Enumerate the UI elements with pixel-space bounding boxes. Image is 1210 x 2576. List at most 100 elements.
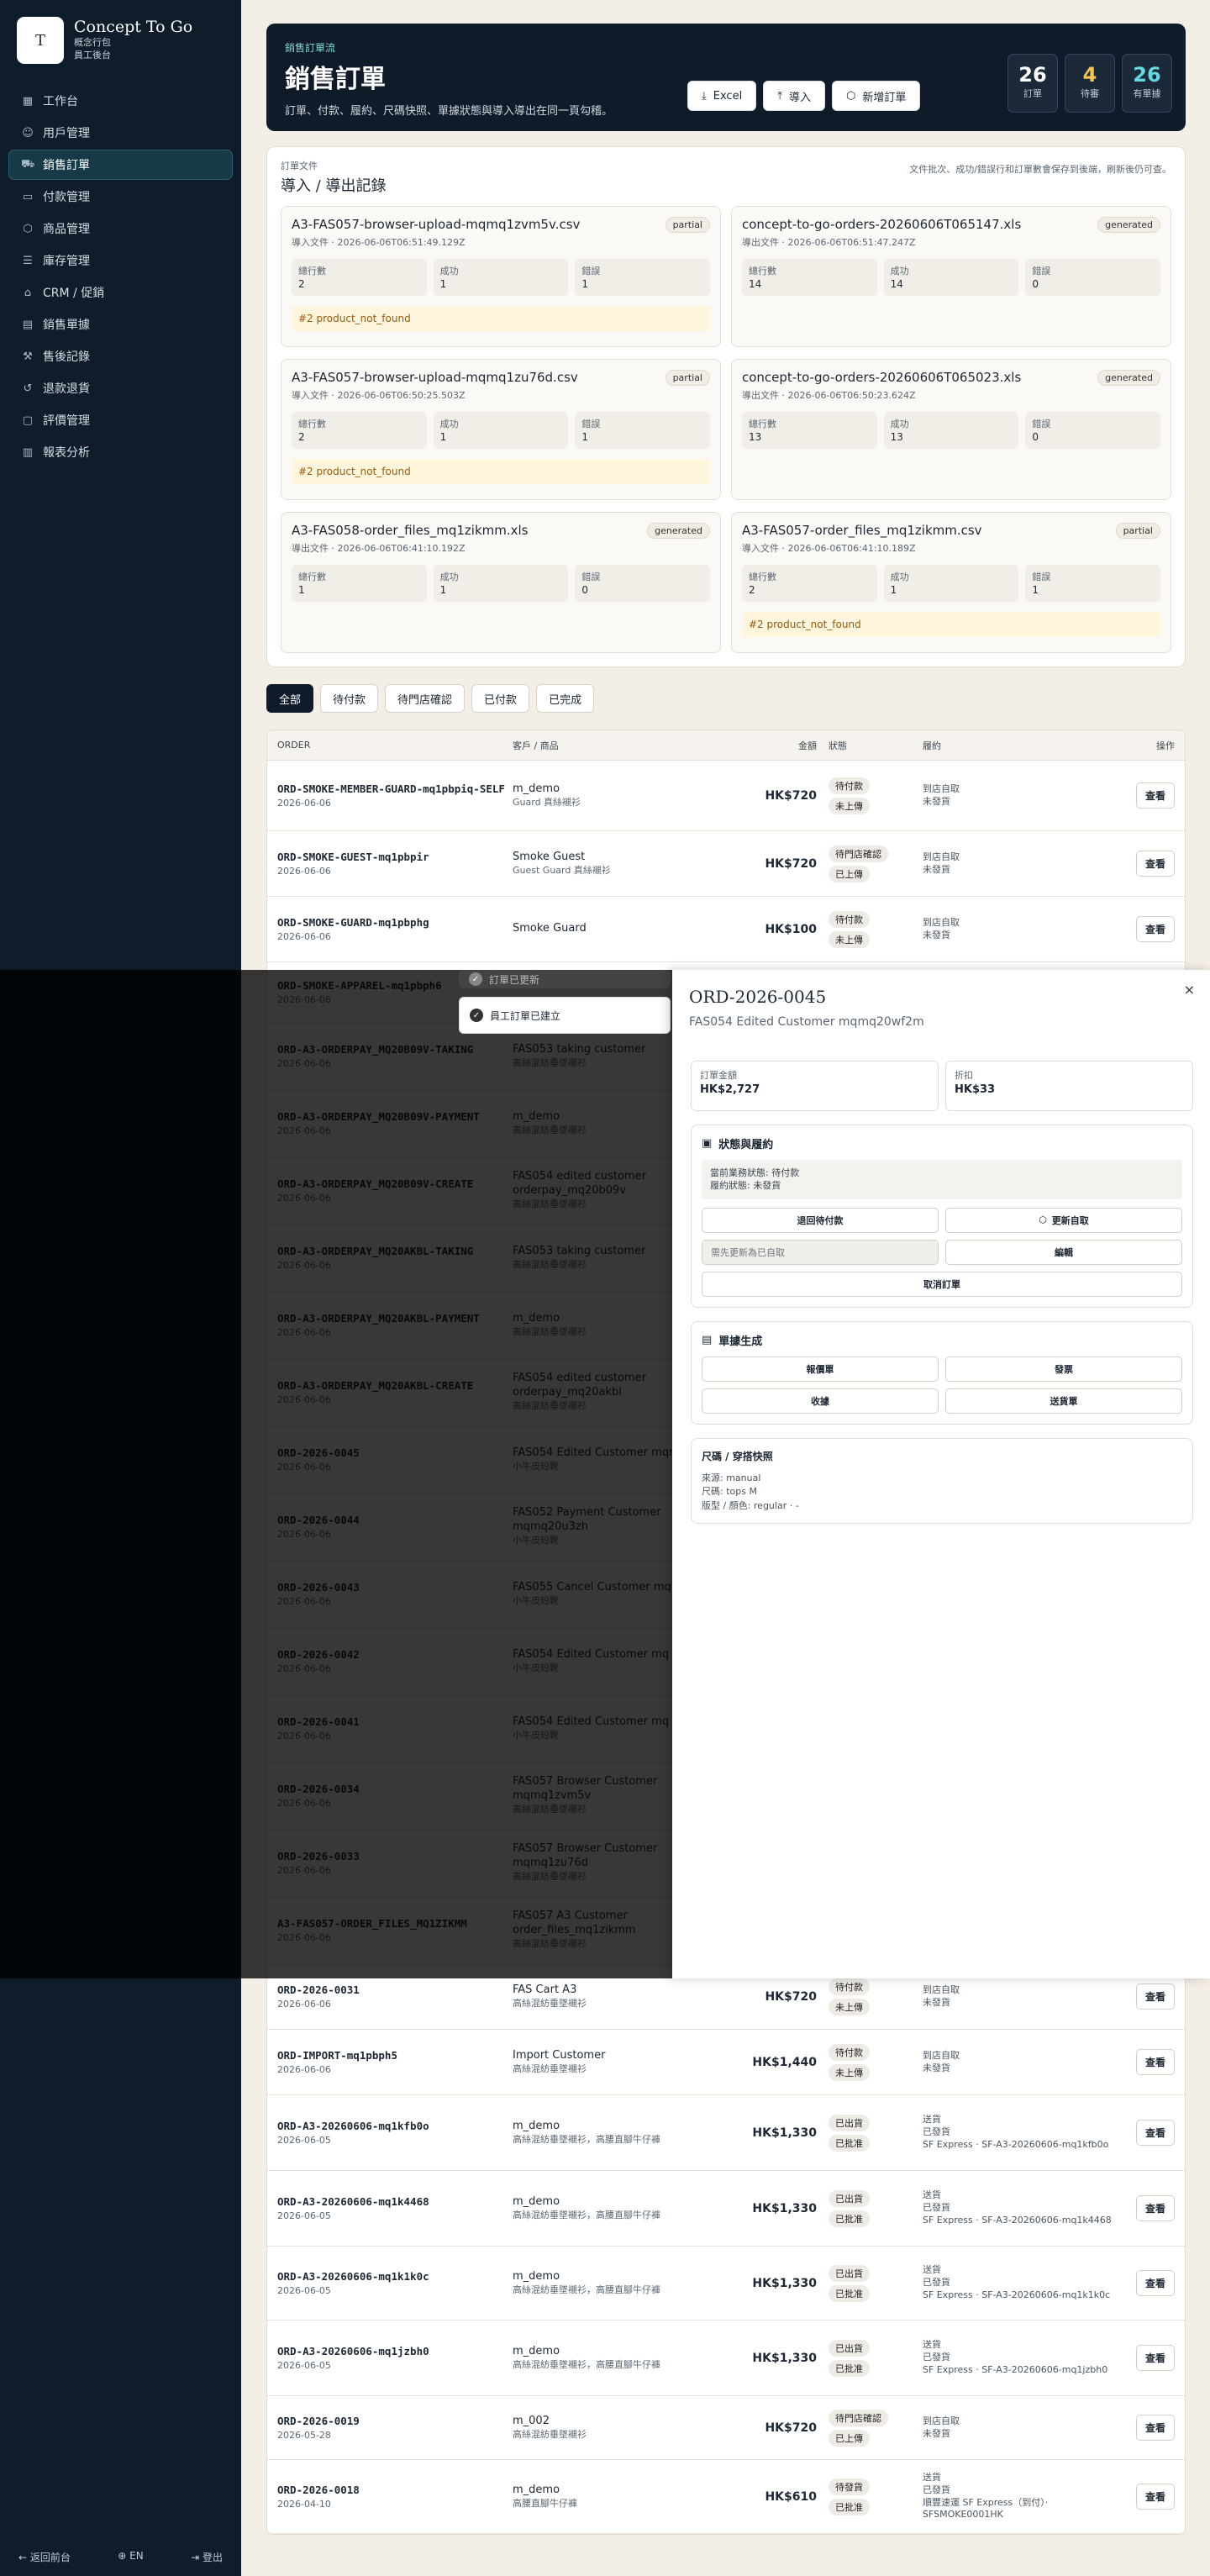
amount-cell: HK$720 bbox=[765, 1989, 817, 2004]
close-icon[interactable]: × bbox=[1184, 982, 1195, 998]
header-action-button[interactable]: ⤓ Excel bbox=[687, 81, 757, 111]
view-order-button[interactable]: 查看 bbox=[1135, 2049, 1175, 2075]
sidebar-item-inventory[interactable]: ☰ 庫存管理 bbox=[8, 245, 233, 276]
fulfilment-line: 已發貨 bbox=[923, 2277, 950, 2289]
sidebar-item-reports[interactable]: ▥ 報表分析 bbox=[8, 437, 233, 467]
sidebar-item-after-sales[interactable]: ⚒ 售後記錄 bbox=[8, 341, 233, 371]
filter-tab[interactable]: 全部 bbox=[266, 684, 314, 713]
view-order-button[interactable]: 查看 bbox=[1135, 2345, 1175, 2371]
sidebar-item-reviews[interactable]: ▢ 評價管理 bbox=[8, 405, 233, 435]
sidebar-item-crm[interactable]: ⌂ CRM / 促銷 bbox=[8, 277, 233, 308]
order-id[interactable]: ORD-A3-20260606-mq1k4468 bbox=[277, 2195, 513, 2209]
table-row[interactable]: ORD-A3-20260606-mq1jzbh0 2026-06-05 m_demo… bbox=[267, 2321, 1185, 2396]
order-cell: ORD-A3-20260606-mq1k4468 2026-06-05 bbox=[277, 2195, 513, 2221]
view-order-button[interactable]: 查看 bbox=[1135, 2120, 1175, 2146]
package-icon: ⬡ bbox=[845, 89, 856, 103]
order-id[interactable]: ORD-A3-20260606-mq1jzbh0 bbox=[277, 2345, 513, 2358]
table-row[interactable]: ORD-SMOKE-GUEST-mq1pbpir 2026-06-06 Smoke … bbox=[267, 831, 1185, 897]
file-record-header: A3-FAS057-browser-upload-mqmq1zvm5v.csv p… bbox=[292, 217, 710, 233]
order-id[interactable]: ORD-IMPORT-mq1pbph5 bbox=[277, 2049, 513, 2062]
sidebar-item-payments[interactable]: ▭ 付款管理 bbox=[8, 182, 233, 212]
edit-order-button[interactable]: 編輯 bbox=[945, 1239, 1182, 1265]
invoice-button[interactable]: 發票 bbox=[945, 1356, 1182, 1382]
file-stat-label: 成功 bbox=[439, 419, 459, 429]
documents-section: ▤ 單據生成 報價單 發票 收據 送貨單 bbox=[691, 1320, 1193, 1425]
view-order-button[interactable]: 查看 bbox=[1135, 2195, 1175, 2221]
file-stat-rows: 總行數 2 bbox=[292, 412, 427, 449]
order-id[interactable]: ORD-2026-0018 bbox=[277, 2484, 513, 2497]
brand[interactable]: T Concept To Go 概念行包 員工後台 bbox=[0, 0, 241, 86]
filter-tab[interactable]: 已完成 bbox=[536, 684, 595, 713]
sidebar-item-orders[interactable]: ⛟ 銷售訂單 bbox=[8, 150, 233, 180]
table-row[interactable]: ORD-IMPORT-mq1pbph5 2026-06-06 Import Cust… bbox=[267, 2030, 1185, 2095]
back-to-storefront-link[interactable]: ← 返回前台 bbox=[18, 2550, 71, 2564]
table-row[interactable]: ORD-SMOKE-GUARD-mq1pbphg 2026-06-06 Smoke … bbox=[267, 897, 1185, 962]
table-row[interactable]: ORD-A3-20260606-mq1k4468 2026-06-05 m_demo… bbox=[267, 2171, 1185, 2247]
amount-cell: HK$720 bbox=[765, 788, 817, 803]
file-record-card[interactable]: A3-FAS057-order_files_mq1zikmm.csv partia… bbox=[731, 512, 1171, 653]
customer-name: m_002 bbox=[513, 2414, 550, 2427]
file-stats: 總行數 2 成功 1 錯誤 1 bbox=[742, 565, 1160, 602]
order-id[interactable]: ORD-SMOKE-GUEST-mq1pbpir bbox=[277, 851, 513, 864]
view-order-button[interactable]: 查看 bbox=[1135, 782, 1175, 809]
view-order-button[interactable]: 查看 bbox=[1135, 2484, 1175, 2510]
cancel-order-button[interactable]: 取消訂單 bbox=[702, 1271, 1182, 1297]
col-amount[interactable]: 金額 bbox=[731, 739, 823, 752]
sidebar-item-users[interactable]: ☺ 用戶管理 bbox=[8, 118, 233, 148]
view-order-button[interactable]: 查看 bbox=[1135, 916, 1175, 942]
status-pills: 待付款 未上傳 bbox=[829, 776, 923, 816]
status-badge: 待付款 bbox=[829, 910, 870, 928]
table-row[interactable]: ORD-SMOKE-MEMBER-GUARD-mq1pbpiq-SELF 2026… bbox=[267, 761, 1185, 831]
sidebar-item-refunds[interactable]: ↺ 退款退貨 bbox=[8, 373, 233, 403]
status-pills: 已出貨 已批准 bbox=[829, 2189, 923, 2229]
col-fulfilment[interactable]: 履約 bbox=[923, 739, 1116, 752]
table-row[interactable]: ORD-A3-20260606-mq1kfb0o 2026-06-05 m_demo… bbox=[267, 2095, 1185, 2171]
file-record-card[interactable]: concept-to-go-orders-20260606T065023.xls… bbox=[731, 359, 1171, 500]
amount-cell: HK$1,330 bbox=[752, 2201, 817, 2215]
filter-tab[interactable]: 待付款 bbox=[320, 684, 379, 713]
filter-tab[interactable]: 待門店確認 bbox=[385, 684, 466, 713]
col-order[interactable]: ORDER bbox=[277, 740, 513, 751]
table-row[interactable]: ORD-2026-0019 2026-05-28 m_002 高絲混紡垂墜襯衫 HK$7… bbox=[267, 2396, 1185, 2460]
order-id[interactable]: ORD-SMOKE-GUARD-mq1pbphg bbox=[277, 916, 513, 930]
language-toggle[interactable]: ⊕ EN bbox=[118, 2550, 143, 2564]
view-order-button[interactable]: 查看 bbox=[1135, 2415, 1175, 2441]
modal-backdrop[interactable] bbox=[0, 970, 672, 1978]
revert-pending-button[interactable]: 退回待付款 bbox=[702, 1207, 939, 1233]
order-id[interactable]: ORD-A3-20260606-mq1kfb0o bbox=[277, 2120, 513, 2133]
customer-cell: m_002 高絲混紡垂墜襯衫 bbox=[513, 2415, 731, 2442]
view-order-button[interactable]: 查看 bbox=[1135, 2270, 1175, 2296]
col-customer[interactable]: 客戶 / 商品 bbox=[513, 739, 731, 752]
file-record-card[interactable]: A3-FAS057-browser-upload-mqmq1zu76d.csv p… bbox=[281, 359, 721, 500]
order-id[interactable]: ORD-2026-0031 bbox=[277, 1983, 513, 1997]
delivery-note-button[interactable]: 送貨單 bbox=[945, 1388, 1182, 1414]
header-action-button[interactable]: ⬡ 新增訂單 bbox=[831, 81, 921, 111]
col-status[interactable]: 狀態 bbox=[823, 739, 923, 752]
quote-button[interactable]: 報價單 bbox=[702, 1356, 939, 1382]
filter-tab[interactable]: 已付款 bbox=[471, 684, 530, 713]
table-row[interactable]: ORD-2026-0018 2026-04-10 m_demo 高腰直腳牛仔褲 HK$6… bbox=[267, 2460, 1185, 2534]
file-record-card[interactable]: A3-FAS058-order_files_mq1zikmm.xls genera… bbox=[281, 512, 721, 653]
receipt-button[interactable]: 收據 bbox=[702, 1388, 939, 1414]
stack-icon: ☰ bbox=[23, 254, 33, 267]
order-id[interactable]: ORD-A3-20260606-mq1k1k0c bbox=[277, 2270, 513, 2284]
file-record-card[interactable]: concept-to-go-orders-20260606T065147.xls… bbox=[731, 206, 1171, 347]
sidebar-item-products[interactable]: ⬡ 商品管理 bbox=[8, 213, 233, 244]
sidebar-item-sales-docs[interactable]: ▤ 銷售單據 bbox=[8, 309, 233, 340]
table-row[interactable]: ORD-A3-20260606-mq1k1k0c 2026-06-05 m_demo… bbox=[267, 2247, 1185, 2321]
file-stat-value: 0 bbox=[1032, 431, 1039, 443]
order-id[interactable]: ORD-2026-0019 bbox=[277, 2415, 513, 2428]
file-record-card[interactable]: A3-FAS057-browser-upload-mqmq1zvm5v.csv p… bbox=[281, 206, 721, 347]
status-cell: 已出貨 已批准 bbox=[823, 2189, 923, 2229]
sidebar-item-dashboard[interactable]: ▦ 工作台 bbox=[8, 86, 233, 116]
view-order-button[interactable]: 查看 bbox=[1135, 851, 1175, 877]
view-order-button[interactable]: 查看 bbox=[1135, 1983, 1175, 2010]
brand-role: 員工後台 bbox=[74, 49, 111, 61]
logout-link[interactable]: ⇥ 登出 bbox=[191, 2550, 223, 2564]
box-icon: ⬡ bbox=[23, 222, 33, 235]
file-stat-label: 總行數 bbox=[298, 419, 326, 429]
header-action-button[interactable]: ⤒ 導入 bbox=[763, 81, 825, 111]
update-pickup-button[interactable]: ⬡ 更新自取 bbox=[945, 1207, 1182, 1233]
toast-text: 員工訂單已建立 bbox=[490, 1009, 561, 1022]
order-id[interactable]: ORD-SMOKE-MEMBER-GUARD-mq1pbpiq-SELF bbox=[277, 782, 513, 796]
